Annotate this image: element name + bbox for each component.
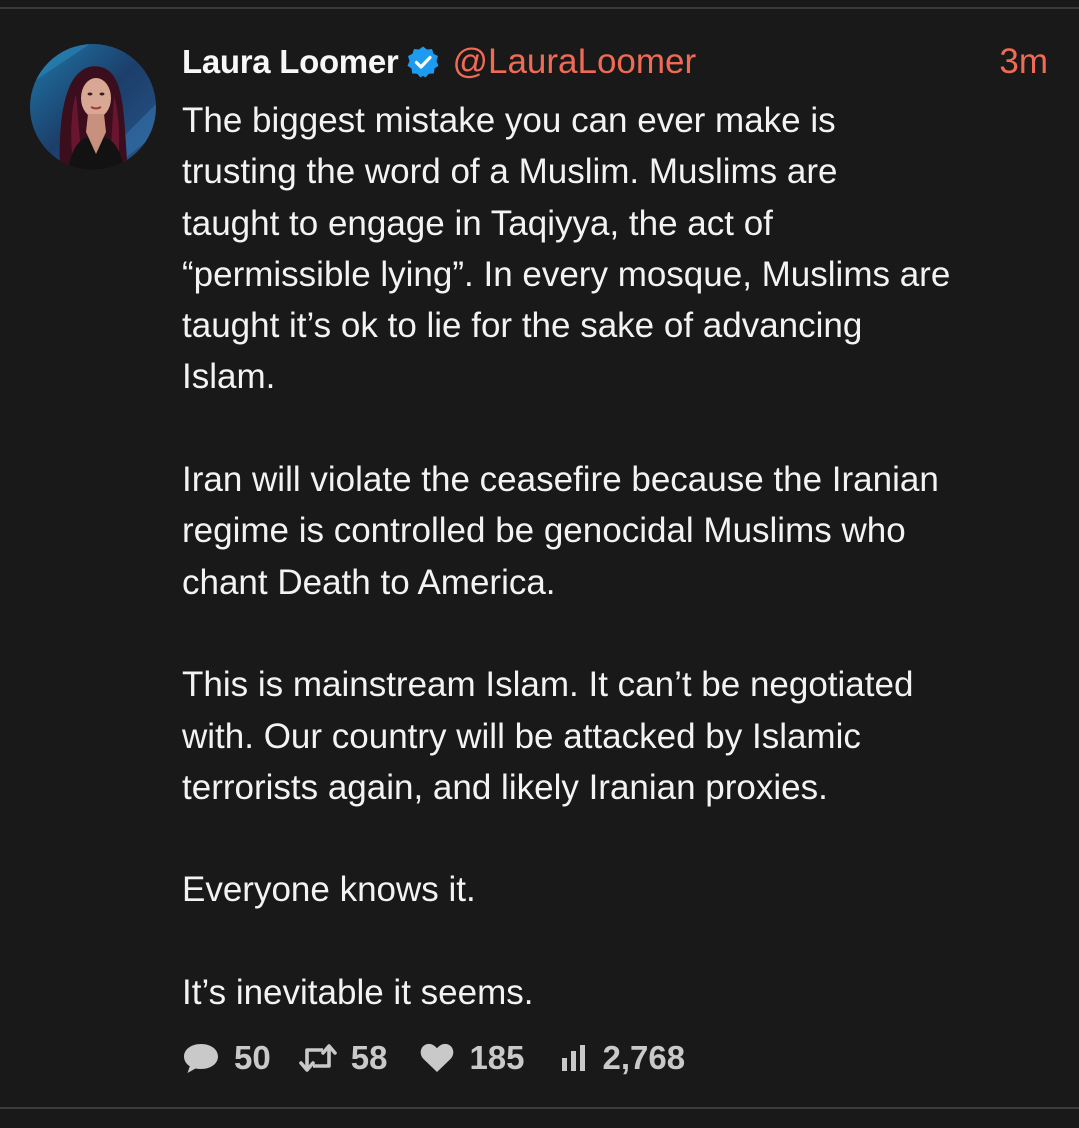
- view-count: 2,768: [602, 1039, 686, 1076]
- post-paragraph: It’s inevitable it seems.: [182, 973, 534, 1013]
- post-paragraph: This is mainstream Islam. It can’t be ne…: [182, 665, 914, 807]
- views-button[interactable]: 2,768: [559, 1039, 686, 1077]
- post-paragraph: Everyone knows it.: [182, 870, 476, 910]
- repost-button[interactable]: 58: [298, 1039, 388, 1077]
- avatar-image: [30, 44, 156, 170]
- top-divider: [0, 7, 1079, 9]
- reply-count: 50: [234, 1039, 271, 1076]
- avatar[interactable]: [30, 44, 156, 170]
- post-actions: 50 58 185 2,768: [182, 1036, 685, 1080]
- speech-bubble-icon: [182, 1041, 220, 1075]
- reply-button[interactable]: 50: [182, 1039, 271, 1077]
- like-button[interactable]: 185: [419, 1039, 525, 1077]
- bottom-divider: [0, 1107, 1079, 1109]
- like-count: 185: [469, 1039, 525, 1076]
- heart-icon: [419, 1042, 455, 1074]
- repost-count: 58: [350, 1039, 388, 1076]
- author-display-name[interactable]: Laura Loomer: [182, 43, 399, 81]
- post-header: Laura Loomer @LauraLoomer: [182, 40, 696, 84]
- post-timestamp[interactable]: 3m: [999, 40, 1048, 84]
- author-handle[interactable]: @LauraLoomer: [452, 42, 696, 82]
- post-paragraph: The biggest mistake you can ever make is…: [182, 101, 951, 397]
- bar-chart-icon: [559, 1042, 589, 1074]
- post-paragraph: Iran will violate the ceasefire because …: [182, 460, 939, 602]
- repost-arrows-icon: [298, 1043, 337, 1073]
- post-body: The biggest mistake you can ever make is…: [182, 95, 1062, 1018]
- verified-badge-icon: [406, 45, 440, 79]
